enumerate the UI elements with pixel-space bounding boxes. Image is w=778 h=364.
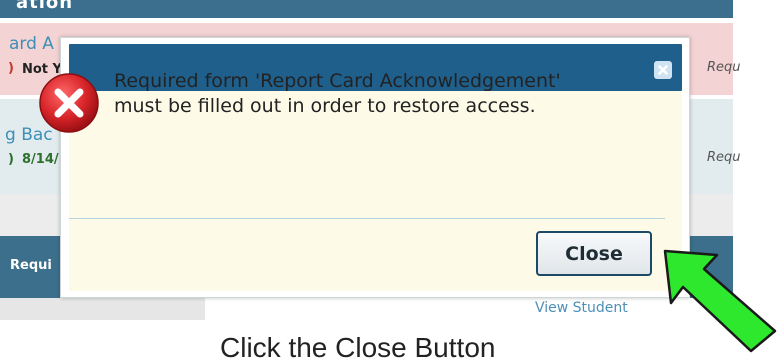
background-top-bar-text: ation <box>16 0 74 13</box>
view-student-link[interactable]: View Student <box>535 300 628 316</box>
close-button[interactable]: Close <box>536 231 652 276</box>
row-back-requirement: Requ <box>707 150 741 165</box>
row-report-card-requirement: Requ <box>707 60 741 75</box>
row-back-date: 8/14/ <box>22 152 59 167</box>
dialog-divider <box>69 218 665 219</box>
annotation-caption: Click the Close Button <box>220 332 496 363</box>
background-row-gray <box>0 298 205 320</box>
row-header-label: Requi <box>10 258 52 273</box>
background-top-bar: ation <box>0 0 733 18</box>
row-report-card-link[interactable]: ard A <box>9 34 54 54</box>
dialog-message: Required form 'Report Card Acknowledgeme… <box>114 70 561 117</box>
close-icon[interactable] <box>654 61 672 79</box>
arrow-pointer-icon <box>663 249 777 353</box>
status-dot-icon: ) <box>8 61 14 76</box>
error-x-icon <box>39 73 99 133</box>
check-icon: ) <box>8 152 14 167</box>
